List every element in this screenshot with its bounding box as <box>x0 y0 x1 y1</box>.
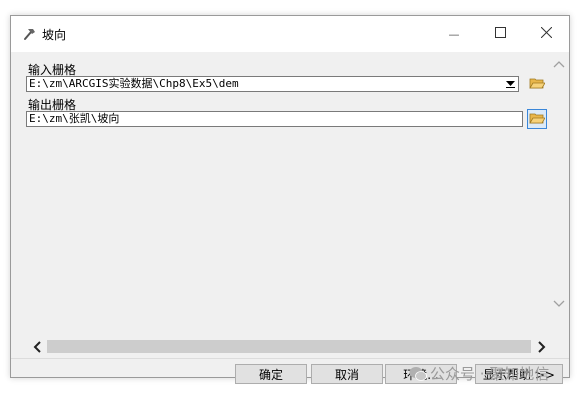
close-icon <box>540 26 552 42</box>
browse-input-button[interactable] <box>527 74 547 94</box>
output-raster-value: E:\zm\张凯\坡向 <box>29 112 120 125</box>
input-raster-value: E:\zm\ARCGIS实验数据\Chp8\Ex5\dem <box>29 77 239 90</box>
watermark-text: 公众号 · 聚知地信 <box>430 365 550 383</box>
dialog-client-area: 输入栅格 E:\zm\ARCGIS实验数据\Chp8\Ex5\dem 输出栅格 … <box>11 52 569 384</box>
close-button[interactable] <box>523 16 569 52</box>
scroll-down-arrow-icon[interactable] <box>550 295 567 312</box>
tool-dialog-window: 坡向 — 输入栅格 E:\zm\ARCGIS实验数据\Chp8\Ex5\dem <box>10 15 570 384</box>
open-folder-icon <box>529 76 546 93</box>
horizontal-scroll-thumb[interactable] <box>47 340 531 353</box>
wechat-icon <box>409 366 427 382</box>
vertical-scrollbar[interactable] <box>550 55 567 335</box>
minimize-button[interactable]: — <box>431 16 477 52</box>
button-bar-divider <box>11 358 569 359</box>
scroll-right-arrow-icon[interactable] <box>533 338 550 355</box>
horizontal-scrollbar[interactable] <box>28 338 550 355</box>
open-folder-icon <box>529 111 546 128</box>
title-bar[interactable]: 坡向 — <box>11 16 569 52</box>
ok-button[interactable]: 确定 <box>235 364 307 384</box>
maximize-button[interactable] <box>477 16 523 52</box>
minimize-icon: — <box>448 27 460 41</box>
parameters-panel: 输入栅格 E:\zm\ARCGIS实验数据\Chp8\Ex5\dem 输出栅格 … <box>20 55 547 335</box>
output-raster-field[interactable]: E:\zm\张凯\坡向 <box>26 111 523 127</box>
maximize-icon <box>494 26 506 42</box>
browse-output-button[interactable] <box>527 109 547 129</box>
scroll-up-arrow-icon[interactable] <box>550 55 567 72</box>
window-title: 坡向 <box>42 28 67 42</box>
hammer-icon <box>21 26 37 42</box>
dropdown-arrow-icon[interactable] <box>504 78 517 90</box>
scroll-left-arrow-icon[interactable] <box>28 338 45 355</box>
input-raster-combobox[interactable]: E:\zm\ARCGIS实验数据\Chp8\Ex5\dem <box>26 76 519 92</box>
watermark: 公众号 · 聚知地信 <box>409 363 549 384</box>
cancel-button[interactable]: 取消 <box>311 364 383 384</box>
